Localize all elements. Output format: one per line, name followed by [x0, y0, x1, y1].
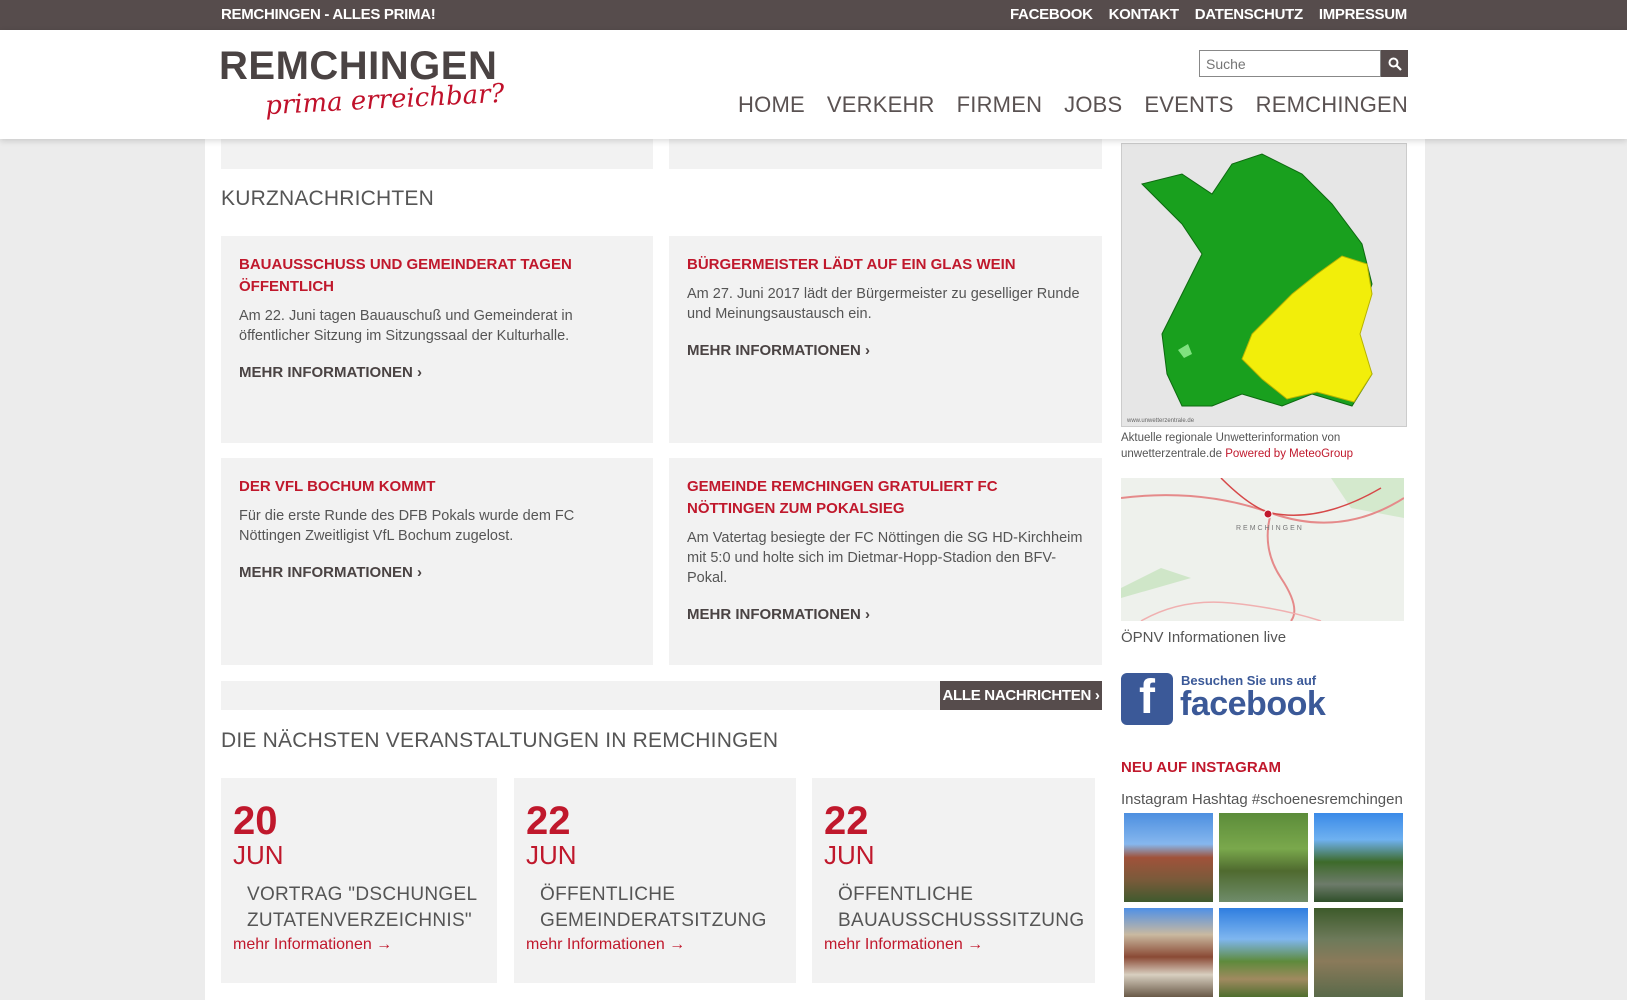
event-month: JUN	[233, 840, 284, 870]
event-day: 20	[233, 799, 278, 843]
event-card: 20 JUN VORTRAG "DSCHUNGEL ZUTATENVERZEIC…	[221, 778, 497, 983]
news-more-link[interactable]: MEHR INFORMATIONEN ›	[239, 564, 635, 581]
news-more-link[interactable]: MEHR INFORMATIONEN ›	[239, 364, 635, 381]
event-month: JUN	[526, 840, 577, 870]
news-title[interactable]: DER VFL BOCHUM KOMMT	[239, 476, 635, 498]
news-text: Am Vatertag besiegte der FC Nöttingen di…	[687, 530, 1083, 586]
kontakt-link[interactable]: KONTAKT	[1109, 6, 1179, 23]
nav-jobs[interactable]: JOBS	[1064, 92, 1122, 118]
event-title[interactable]: ÖFFENTLICHE GEMEINDERATSITZUNG	[526, 882, 784, 934]
nav-firmen[interactable]: FIRMEN	[957, 92, 1043, 118]
nav-remchingen[interactable]: REMCHINGEN	[1256, 92, 1408, 118]
impressum-link[interactable]: IMPRESSUM	[1319, 6, 1407, 23]
event-title[interactable]: ÖFFENTLICHE BAUAUSSCHUSSSITZUNG	[824, 882, 1084, 934]
news-card: BAUAUSSCHUSS UND GEMEINDERAT TAGEN ÖFFEN…	[221, 236, 653, 443]
top-links: FACEBOOK KONTAKT DATENSCHUTZ IMPRESSUM	[1010, 6, 1407, 23]
main-nav: HOME VERKEHR FIRMEN JOBS EVENTS REMCHING…	[738, 92, 1408, 118]
site-slogan: REMCHINGEN - ALLES PRIMA!	[221, 6, 436, 23]
news-title[interactable]: BAUAUSSCHUSS UND GEMEINDERAT TAGEN ÖFFEN…	[239, 254, 635, 298]
instagram-hashtag: Instagram Hashtag #schoenesremchingen	[1121, 791, 1403, 808]
instagram-photo[interactable]	[1219, 908, 1308, 997]
news-title[interactable]: BÜRGERMEISTER LÄDT AUF EIN GLAS WEIN	[687, 254, 1084, 276]
search-icon	[1388, 57, 1402, 71]
event-month: JUN	[824, 840, 875, 870]
event-day: 22	[526, 799, 571, 843]
news-title[interactable]: GEMEINDE REMCHINGEN GRATULIERT FC NÖTTIN…	[687, 476, 1084, 520]
news-card: BÜRGERMEISTER LÄDT AUF EIN GLAS WEIN Am …	[669, 236, 1102, 443]
nav-home[interactable]: HOME	[738, 92, 805, 118]
event-title[interactable]: VORTRAG "DSCHUNGEL ZUTATENVERZEICHNIS"	[233, 882, 485, 934]
facebook-link[interactable]: FACEBOOK	[1010, 6, 1093, 23]
instagram-grid	[1124, 813, 1403, 997]
site-header: REMCHINGEN prima erreichbar? HOME VERKEH…	[0, 30, 1627, 139]
facebook-wordmark: facebook	[1180, 685, 1326, 723]
top-bar: REMCHINGEN - ALLES PRIMA! FACEBOOK KONTA…	[0, 0, 1627, 30]
weather-map-image: www.unwetterzentrale.de	[1122, 144, 1406, 426]
card-stub	[221, 139, 653, 169]
search-button[interactable]	[1381, 50, 1408, 77]
search-input[interactable]	[1199, 50, 1381, 77]
news-text: Am 27. Juni 2017 lädt der Bürgermeister …	[687, 286, 1080, 322]
nav-events[interactable]: EVENTS	[1144, 92, 1233, 118]
news-card: DER VFL BOCHUM KOMMT Für die erste Runde…	[221, 458, 653, 665]
event-card: 22 JUN ÖFFENTLICHE GEMEINDERATSITZUNG me…	[514, 778, 796, 983]
instagram-photo[interactable]	[1219, 813, 1308, 902]
opnv-map[interactable]: REMCHINGEN	[1121, 478, 1404, 621]
transit-map-image: REMCHINGEN	[1121, 478, 1404, 621]
events-section-title: DIE NÄCHSTEN VERANSTALTUNGEN IN REMCHING…	[221, 729, 779, 752]
news-text: Für die erste Runde des DFB Pokals wurde…	[239, 508, 575, 544]
event-card: 22 JUN ÖFFENTLICHE BAUAUSSCHUSSSITZUNG m…	[812, 778, 1095, 983]
weather-caption: Aktuelle regionale Unwetterinformation v…	[1121, 430, 1411, 462]
event-more-link[interactable]: mehr Informationen →	[526, 936, 784, 954]
event-day: 22	[824, 799, 869, 843]
news-more-link[interactable]: MEHR INFORMATIONEN ›	[687, 606, 1084, 623]
weather-warning-map[interactable]: www.unwetterzentrale.de	[1121, 143, 1407, 427]
event-more-link[interactable]: mehr Informationen →	[824, 936, 1083, 954]
facebook-icon: f	[1121, 673, 1173, 725]
all-news-button[interactable]: ALLE NACHRICHTEN ›	[940, 681, 1102, 710]
map-town-label: REMCHINGEN	[1236, 525, 1304, 532]
news-section-title: KURZNACHRICHTEN	[221, 187, 434, 210]
instagram-photo[interactable]	[1124, 813, 1213, 902]
nav-verkehr[interactable]: VERKEHR	[827, 92, 935, 118]
facebook-banner[interactable]: f Besuchen Sie uns auf facebook	[1121, 671, 1331, 727]
event-more-link[interactable]: mehr Informationen →	[233, 936, 485, 954]
opnv-label[interactable]: ÖPNV Informationen live	[1121, 629, 1286, 646]
instagram-photo[interactable]	[1314, 813, 1403, 902]
datenschutz-link[interactable]: DATENSCHUTZ	[1195, 6, 1303, 23]
news-card: GEMEINDE REMCHINGEN GRATULIERT FC NÖTTIN…	[669, 458, 1102, 665]
meteogroup-link[interactable]: Powered by MeteoGroup	[1225, 448, 1353, 460]
card-stub	[669, 139, 1102, 169]
instagram-photo[interactable]	[1124, 908, 1213, 997]
search-form	[1199, 50, 1408, 77]
news-more-link[interactable]: MEHR INFORMATIONEN ›	[687, 342, 1084, 359]
news-text: Am 22. Juni tagen Bauauschuß und Gemeind…	[239, 308, 573, 344]
svg-text:www.unwetterzentrale.de: www.unwetterzentrale.de	[1126, 418, 1195, 424]
instagram-photo[interactable]	[1314, 908, 1403, 997]
instagram-title: NEU AUF INSTAGRAM	[1121, 759, 1281, 776]
